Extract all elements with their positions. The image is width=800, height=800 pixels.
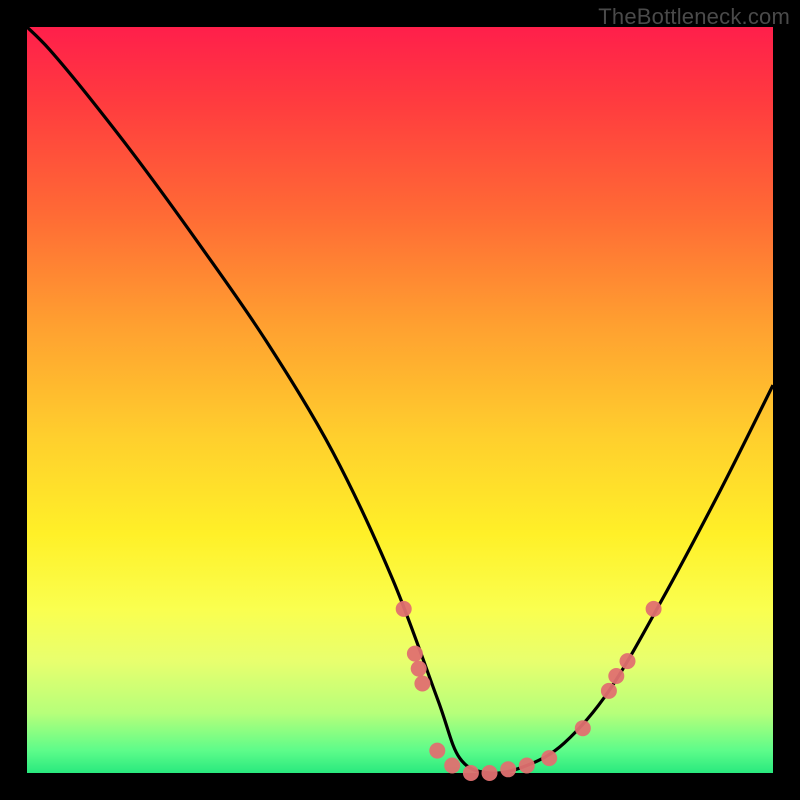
data-marker	[429, 743, 445, 759]
data-marker	[620, 653, 636, 669]
chart-svg	[27, 27, 773, 773]
data-marker	[396, 601, 412, 617]
data-marker	[463, 765, 479, 781]
watermark-text: TheBottleneck.com	[598, 4, 790, 30]
data-marker	[407, 646, 423, 662]
data-marker	[500, 761, 516, 777]
plot-gradient-bg	[27, 27, 773, 773]
data-marker	[601, 683, 617, 699]
data-marker	[444, 758, 460, 774]
data-marker	[646, 601, 662, 617]
data-marker	[575, 720, 591, 736]
data-marker	[541, 750, 557, 766]
data-marker	[482, 765, 498, 781]
data-marker	[411, 661, 427, 677]
data-marker	[414, 676, 430, 692]
data-marker	[519, 758, 535, 774]
chart-frame: TheBottleneck.com	[0, 0, 800, 800]
data-marker	[608, 668, 624, 684]
bottleneck-curve	[27, 27, 773, 773]
